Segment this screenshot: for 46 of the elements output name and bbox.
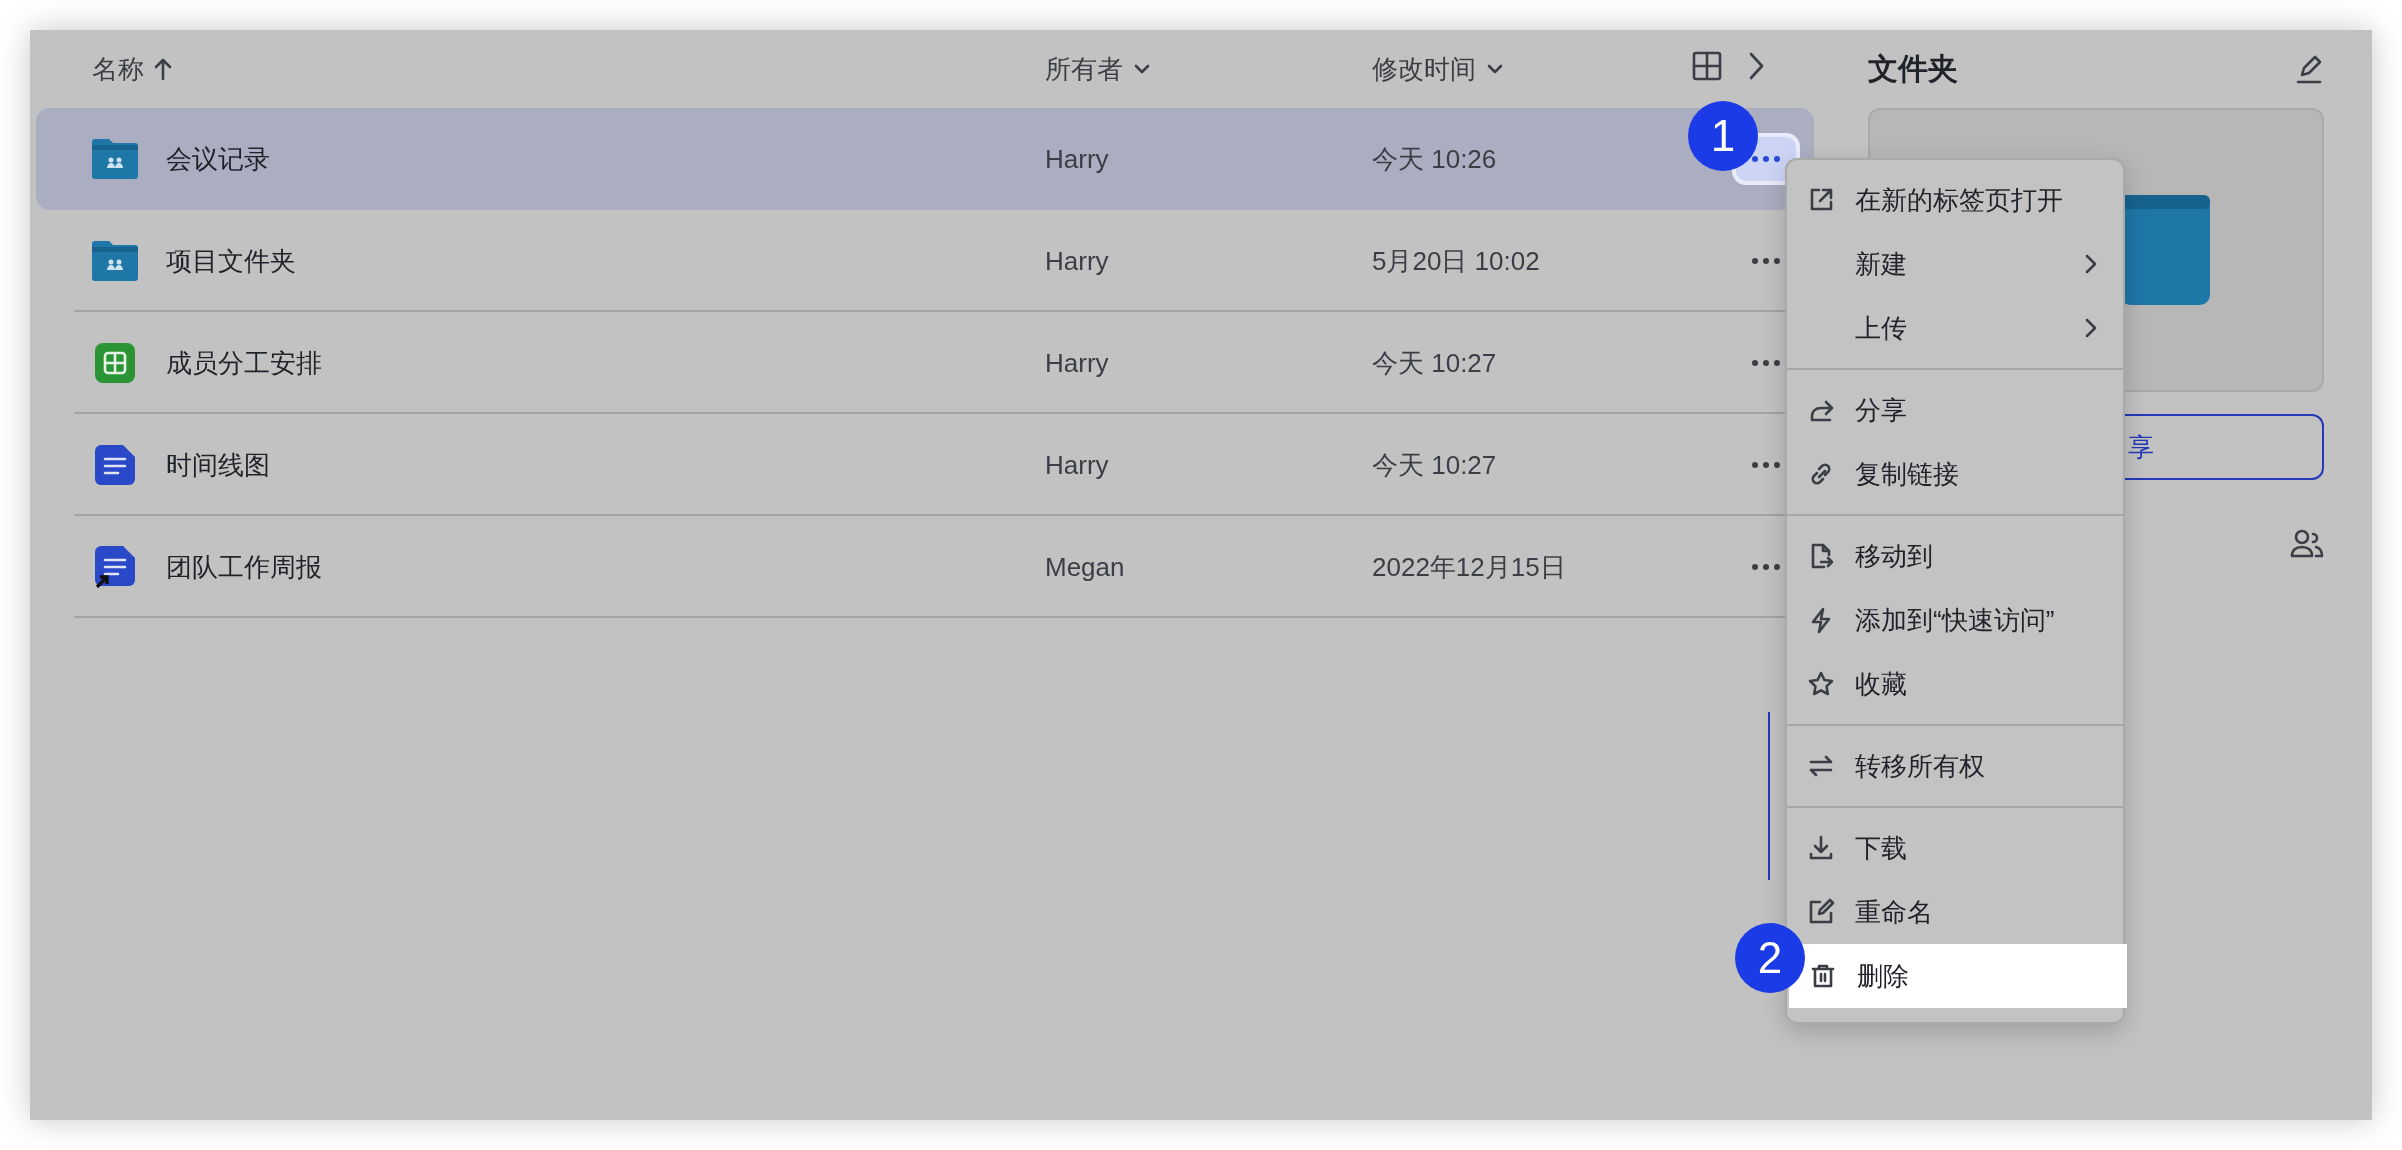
panel-title: 文件夹 [1868,50,1958,87]
file-name: 时间线图 [166,448,270,482]
modified-time: 今天 10:27 [1372,346,1498,380]
menu-item[interactable]: 转移所有权 [1787,734,2123,798]
modified-time: 2022年12月15日 [1372,550,1567,584]
file-name: 会议记录 [166,142,270,176]
document-icon [95,445,135,485]
owner-name: Harry [1045,449,1110,481]
menu-item[interactable]: 添加到“快速访问” [1787,588,2123,652]
menu-item[interactable]: 移动到 [1787,524,2123,588]
file-name: 项目文件夹 [166,244,296,278]
members-icon[interactable] [2290,528,2324,558]
owner-name: Harry [1045,245,1110,277]
shared-folder-icon [92,241,138,281]
modified-time: 今天 10:26 [1372,142,1498,176]
document-shortcut-icon [95,546,135,588]
column-header[interactable]: 名称 [92,51,1045,87]
modified-time: 5月20日 10:02 [1372,244,1541,278]
more-icon [1751,461,1781,469]
file-name: 团队工作周报 [166,550,322,584]
trash-icon [1809,962,1837,990]
owner-name: Megan [1045,551,1126,583]
owner-name: Harry [1045,143,1110,175]
menu-item[interactable]: 复制链接 [1787,442,2123,506]
arrow-up-icon [152,57,174,81]
menu-item[interactable]: 上传 [1787,296,2123,360]
star-icon [1807,670,1835,698]
owner-name: Harry [1045,347,1110,379]
more-icon [1751,563,1781,571]
download-icon [1807,834,1835,862]
menu-item[interactable]: 收藏 [1787,652,2123,716]
more-icon [1751,155,1781,163]
edit-icon[interactable] [2294,54,2324,84]
edit-icon [1807,898,1835,926]
file-name: 成员分工安排 [166,346,322,380]
shared-folder-icon [92,139,138,179]
menu-item[interactable]: 删除 [1789,944,2127,1008]
menu-item[interactable]: 分享 [1787,378,2123,442]
more-icon [1751,359,1781,367]
column-header[interactable]: 所有者 [1045,51,1372,87]
menu-item[interactable]: 新建 [1787,232,2123,296]
more-icon [1751,257,1781,265]
column-header[interactable]: 修改时间 [1372,51,1690,87]
spreadsheet-icon [95,343,135,383]
menu-item[interactable]: 下载 [1787,816,2123,880]
modified-time: 今天 10:27 [1372,448,1498,482]
